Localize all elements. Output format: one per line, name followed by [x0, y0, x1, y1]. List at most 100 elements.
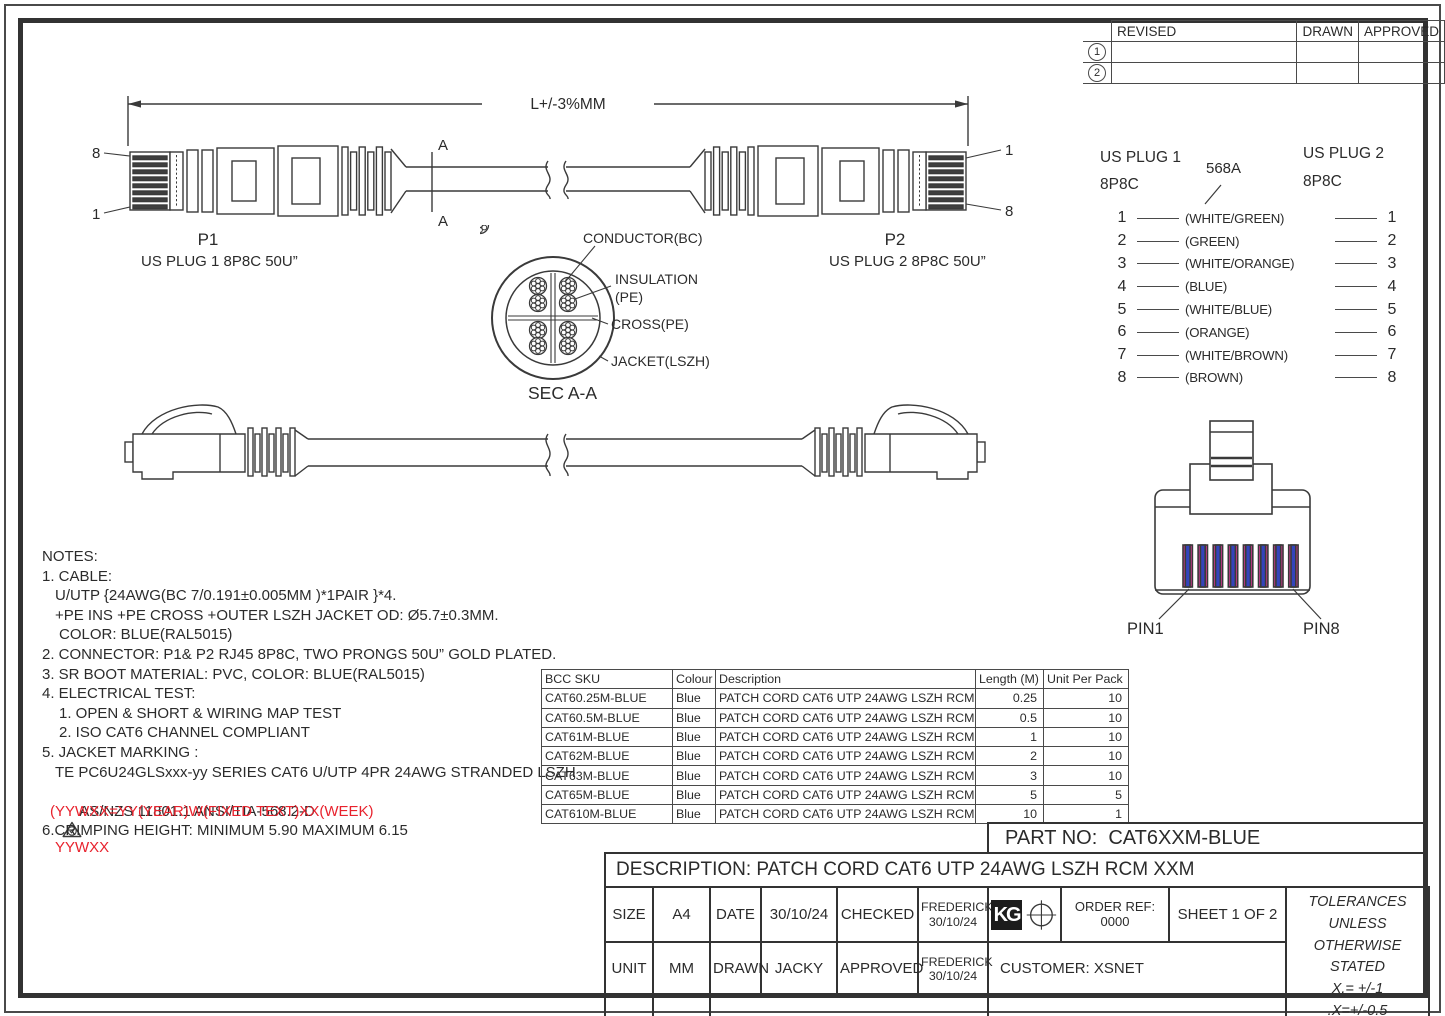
sku-cell: Blue	[673, 708, 716, 727]
manufacturer-field: MANU: PC6U24GLSXXX-BU	[710, 996, 988, 1016]
pin-wire-line	[1137, 218, 1179, 219]
p2-subtitle: US PLUG 2 8P8C 50U”	[829, 253, 986, 270]
pin-right-num: 4	[1379, 278, 1405, 296]
callout-cross: CROSS(PE)	[611, 316, 689, 332]
cable-assembly-top-drawing: L+/-3%MM	[80, 88, 1030, 233]
cable-assembly-side-drawing	[80, 392, 1030, 522]
rj45-front-view: PIN1 PIN8	[1125, 412, 1415, 652]
pinout-row-4: 4(BLUE)4	[1095, 275, 1430, 298]
note-2: 2. CONNECTOR: P1& P2 RJ45 8P8C, TWO PRON…	[42, 645, 562, 665]
kg-logo: KG	[991, 900, 1022, 930]
revision-row2-approved	[1358, 63, 1444, 84]
sku-cell: Blue	[673, 766, 716, 785]
pin-right-num: 5	[1379, 301, 1405, 319]
sku-cell: CAT63M-BLUE	[542, 766, 673, 785]
note-1: 1. CABLE:	[42, 567, 562, 587]
sku-header-colour: Colour	[673, 670, 716, 689]
pin-wire-line	[1335, 263, 1377, 264]
p1-connector-drawing	[130, 146, 406, 216]
sku-cell: Blue	[673, 689, 716, 708]
approved-label: APPROVED	[837, 942, 918, 996]
revision-row1-revised	[1112, 42, 1297, 63]
sku-cell: PATCH CORD CAT6 UTP 24AWG LSZH RCM	[716, 785, 976, 804]
sku-cell: PATCH CORD CAT6 UTP 24AWG LSZH RCM	[716, 766, 976, 785]
p2-title: P2	[855, 230, 935, 250]
sku-cell: 1	[976, 727, 1044, 746]
note-1a: U/UTP {24AWG(BC 7/0.191±0.005MM )*1PAIR …	[42, 586, 562, 606]
pin-wire-line	[1137, 377, 1179, 378]
approved-by-cell: FREDERICK 30/10/24	[918, 942, 988, 996]
sku-cell: CAT60.5M-BLUE	[542, 708, 673, 727]
p2-pin1-number: 1	[1005, 142, 1013, 159]
sku-row: CAT61M-BLUEBluePATCH CORD CAT6 UTP 24AWG…	[542, 727, 1129, 746]
pin-wire-line	[1137, 241, 1179, 242]
note-1b: +PE INS +PE CROSS +OUTER LSZH JACKET OD:…	[42, 606, 562, 626]
sku-cell: PATCH CORD CAT6 UTP 24AWG LSZH RCM	[716, 708, 976, 727]
pin-color-label: (GREEN)	[1181, 234, 1333, 249]
note-5c: (YYWXX=YY(YEAR)W(FIXED TEXT)XX(WEEK)	[42, 802, 562, 822]
sku-cell: 1	[1044, 805, 1129, 824]
cable-lines-side	[308, 434, 802, 476]
sku-table: BCC SKU Colour Description Length (M) Un…	[541, 669, 1129, 824]
p1-subtitle: US PLUG 1 8P8C 50U”	[141, 253, 298, 270]
pin-wire-line	[1335, 218, 1377, 219]
revision-row2-revised	[1112, 63, 1297, 84]
sku-cell: Blue	[673, 727, 716, 746]
section-cut-marker: A A	[432, 137, 448, 230]
pin-wire-line	[1335, 355, 1377, 356]
pin-left-num: 2	[1109, 232, 1135, 250]
pin-left-num: 3	[1109, 255, 1135, 273]
drawn-value: JACKY	[761, 942, 837, 996]
pin-left-num: 5	[1109, 301, 1135, 319]
sku-cell: CAT65M-BLUE	[542, 785, 673, 804]
pin-color-label: (BLUE)	[1181, 279, 1333, 294]
revision-row2-drawn	[1297, 63, 1359, 84]
size-value: A4	[653, 887, 710, 942]
pinout-right-title: US PLUG 2	[1303, 145, 1384, 163]
standard-leader-line	[1195, 183, 1229, 207]
pinout-row-6: 6(ORANGE)6	[1095, 321, 1430, 344]
date-value: 30/10/24	[761, 887, 837, 942]
sku-cell: PATCH CORD CAT6 UTP 24AWG LSZH RCM	[716, 747, 976, 766]
revision-col-approved: APPROVED	[1358, 21, 1444, 42]
sku-cell: Blue	[673, 785, 716, 804]
sku-cell: 5	[1044, 785, 1129, 804]
length-dimension-label: L+/-3%MM	[530, 96, 605, 113]
p1-pin1-number: 1	[92, 206, 100, 223]
p1-title: P1	[168, 230, 248, 250]
callout-insulation-line2: (PE)	[615, 289, 643, 305]
sku-row: CAT60.5M-BLUEBluePATCH CORD CAT6 UTP 24A…	[542, 708, 1129, 727]
unit-value: MM	[653, 942, 710, 996]
pin-color-label: (WHITE/BLUE)	[1181, 302, 1333, 317]
note-1c: COLOR: BLUE(RAL5015)	[42, 625, 562, 645]
scale-label: SCALE	[605, 996, 653, 1016]
pinout-left-subtitle: 8P8C	[1100, 176, 1139, 194]
pin-left-num: 7	[1109, 346, 1135, 364]
sku-cell: Blue	[673, 805, 716, 824]
pin1-label: PIN1	[1127, 620, 1164, 638]
tolerance-line: OTHERWISE STATED	[1293, 936, 1422, 980]
wiring-pinout: US PLUG 1 8P8C 568A US PLUG 2 8P8C 1(WHI…	[1095, 143, 1430, 393]
sku-cell: 5	[976, 785, 1044, 804]
pin-wire-line	[1335, 332, 1377, 333]
pin-wire-line	[1137, 263, 1179, 264]
revision-corner-cell	[1083, 21, 1112, 42]
note-5b-date-code: YYWXX	[55, 839, 109, 856]
sku-header-bcc: BCC SKU	[542, 670, 673, 689]
note-4a: 1. OPEN & SHORT & WIRING MAP TEST	[42, 704, 562, 724]
approved-by: FREDERICK	[921, 955, 985, 969]
sku-cell: PATCH CORD CAT6 UTP 24AWG LSZH RCM	[716, 689, 976, 708]
pinout-row-3: 3(WHITE/ORANGE)3	[1095, 253, 1430, 276]
notes-section: NOTES: 1. CABLE: U/UTP {24AWG(BC 7/0.191…	[42, 547, 562, 841]
sheet-number: SHEET 1 OF 2	[1169, 887, 1286, 942]
order-ref-value: 0000	[1064, 915, 1166, 930]
pinout-row-8: 8(BROWN)8	[1095, 367, 1430, 390]
pin-right-num: 2	[1379, 232, 1405, 250]
cable-lines	[406, 161, 690, 199]
sku-cell: 2	[976, 747, 1044, 766]
customer-field: CUSTOMER: XSNET	[988, 942, 1286, 996]
sku-cell: CAT61M-BLUE	[542, 727, 673, 746]
sku-cell: 0.25	[976, 689, 1044, 708]
tolerances-box: TOLERANCES UNLESS OTHERWISE STATED X.= +…	[1286, 887, 1429, 1016]
date-label: DATE	[710, 887, 761, 942]
